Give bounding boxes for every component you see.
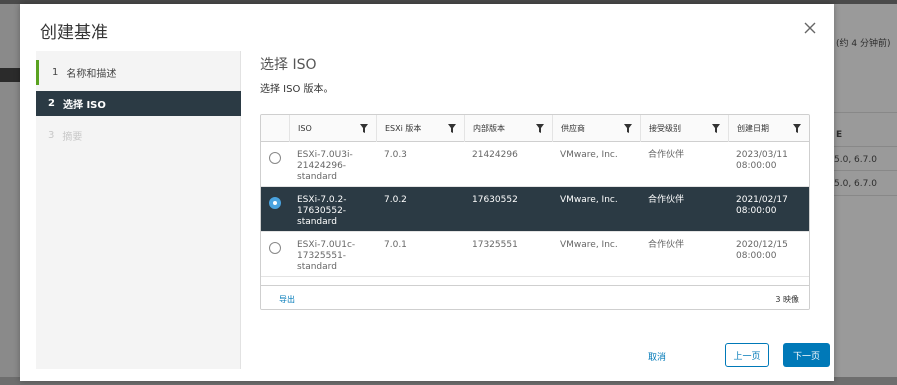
background-row-text: 5.0, 6.7.0 <box>834 179 877 189</box>
cancel-button[interactable]: 取消 <box>648 350 666 363</box>
table-row-selected[interactable]: ESXi-7.0.2- 17630552- standard 7.0.2 176… <box>261 187 809 232</box>
cell-iso: ESXi-7.0.2- 17630552- standard <box>297 195 347 227</box>
item-count: 3 映像 <box>775 295 799 304</box>
filter-icon[interactable] <box>360 124 368 133</box>
filter-icon[interactable] <box>793 124 801 133</box>
cell-iso: ESXi-7.0U1c- 17325551- standard <box>297 240 356 272</box>
previous-button[interactable]: 上一页 <box>725 343 769 367</box>
cell-acceptance-level: 合作伙伴 <box>648 150 685 160</box>
cell-created-date: 2021/02/17 08:00:00 <box>736 195 788 216</box>
page-title: 选择 ISO <box>260 57 317 73</box>
dialog-title: 创建基准 <box>40 23 108 43</box>
table-row[interactable]: ESXi-7.0U1c- 17325551- standard 7.0.1 17… <box>261 232 809 277</box>
background-time-text: (约 4 分钟前) <box>836 39 891 49</box>
step-summary: 3 摘要 <box>36 123 241 148</box>
background-divider <box>834 112 897 113</box>
column-label: 供应商 <box>561 124 585 133</box>
column-label: 内部版本 <box>473 124 505 133</box>
cell-esxi-version: 7.0.3 <box>384 150 407 160</box>
step-number: 2 <box>48 98 55 109</box>
table-footer: 导出 3 映像 <box>261 285 809 309</box>
cell-iso: ESXi-7.0U3i- 21424296- standard <box>297 150 353 182</box>
step-label: 摘要 <box>62 132 83 143</box>
column-header-build[interactable]: 内部版本 <box>464 115 552 142</box>
filter-icon[interactable] <box>712 124 720 133</box>
cell-vendor: VMware, Inc. <box>560 195 618 205</box>
create-baseline-dialog: 创建基准 1 名称和描述 2 选择 ISO 3 摘要 选择 ISO 选择 ISO… <box>20 4 834 381</box>
cell-build: 17325551 <box>472 240 518 250</box>
iso-table: ISO ESXi 版本 内部版本 供应商 接受级别 创建日期 ESXi-7.0U… <box>260 114 810 310</box>
cell-created-date: 2023/03/11 08:00:00 <box>736 150 788 171</box>
cell-vendor: VMware, Inc. <box>560 150 618 160</box>
table-header: ISO ESXi 版本 内部版本 供应商 接受级别 创建日期 <box>261 115 809 142</box>
table-row[interactable]: ESXi-7.0U3i- 21424296- standard 7.0.3 21… <box>261 142 809 187</box>
background-divider <box>834 146 897 147</box>
column-header-vendor[interactable]: 供应商 <box>552 115 640 142</box>
page-subtitle: 选择 ISO 版本。 <box>260 84 334 95</box>
step-name-description[interactable]: 1 名称和描述 <box>36 60 241 85</box>
background-divider <box>834 170 897 171</box>
column-header-esxi-version[interactable]: ESXi 版本 <box>376 115 464 142</box>
column-label: 创建日期 <box>737 124 769 133</box>
cell-build: 17630552 <box>472 195 518 205</box>
row-radio[interactable] <box>269 197 281 209</box>
wizard-steps: 1 名称和描述 2 选择 ISO 3 摘要 <box>36 51 241 369</box>
cell-created-date: 2020/12/15 08:00:00 <box>736 240 788 261</box>
filter-icon[interactable] <box>536 124 544 133</box>
background-dark-bar <box>0 68 22 82</box>
column-header-acceptance-level[interactable]: 接受级别 <box>640 115 728 142</box>
column-label: ESXi 版本 <box>385 124 422 133</box>
cell-esxi-version: 7.0.2 <box>384 195 407 205</box>
filter-icon[interactable] <box>448 124 456 133</box>
step-label: 选择 ISO <box>62 100 106 111</box>
column-label: ISO <box>298 124 312 133</box>
close-icon[interactable] <box>802 20 818 36</box>
column-label: 接受级别 <box>649 124 681 133</box>
cell-acceptance-level: 合作伙伴 <box>648 240 685 250</box>
cell-acceptance-level: 合作伙伴 <box>648 195 685 205</box>
step-number: 3 <box>48 130 55 141</box>
row-radio[interactable] <box>269 242 281 254</box>
background-divider <box>834 195 897 196</box>
column-header-created-date[interactable]: 创建日期 <box>728 115 809 142</box>
background-row-text: 5.0, 6.7.0 <box>834 155 877 165</box>
background-right-panel <box>834 4 897 382</box>
export-link[interactable]: 导出 <box>279 294 295 305</box>
cell-vendor: VMware, Inc. <box>560 240 618 250</box>
column-header-iso[interactable]: ISO <box>289 115 376 142</box>
cell-esxi-version: 7.0.1 <box>384 240 407 250</box>
step-number: 1 <box>52 67 59 78</box>
step-select-iso[interactable]: 2 选择 ISO <box>36 91 241 116</box>
step-label: 名称和描述 <box>66 69 117 80</box>
filter-icon[interactable] <box>624 124 632 133</box>
background-col-label: E <box>836 130 843 140</box>
next-button[interactable]: 下一页 <box>783 343 830 367</box>
row-radio[interactable] <box>269 152 281 164</box>
cell-build: 21424296 <box>472 150 518 160</box>
